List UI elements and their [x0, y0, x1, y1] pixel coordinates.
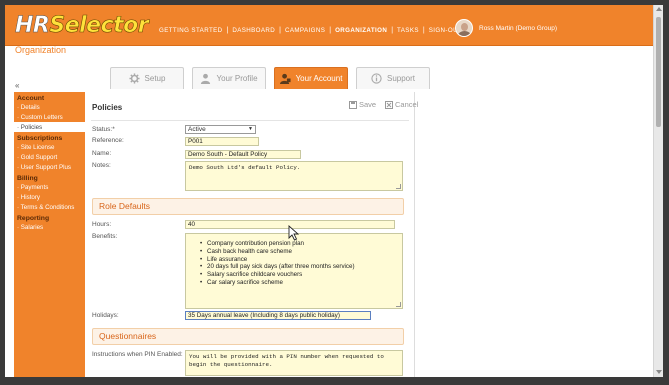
tab-label: Your Account [295, 74, 343, 83]
top-header: HRSelector GETTING STARTED | DASHBOARD |… [5, 5, 655, 46]
sidebar-group-reporting: Reporting [17, 215, 50, 222]
cancel-label: Cancel [395, 100, 419, 109]
chevron-down-icon: ▼ [248, 126, 253, 132]
mouse-pointer-icon [288, 225, 300, 241]
sidebar-group-billing: Billing [17, 175, 38, 182]
tab-your-profile[interactable]: Your Profile [192, 67, 266, 89]
nav-tasks[interactable]: TASKS [393, 27, 423, 34]
benefit-item: Life assurance [189, 256, 399, 264]
resize-grip-icon[interactable] [396, 302, 401, 307]
nav-dashboard[interactable]: DASHBOARD [228, 27, 279, 34]
tab-label: Support [386, 74, 416, 83]
app-window: HRSelector GETTING STARTED | DASHBOARD |… [5, 5, 663, 377]
logo-selector-text: Selector [49, 13, 149, 38]
benefit-item: Cash back health care scheme [189, 248, 399, 256]
pin-instructions-value: You will be provided with a PIN number w… [189, 353, 384, 368]
pin-instructions-textarea[interactable]: You will be provided with a PIN number w… [185, 350, 403, 376]
tab-label: Your Profile [216, 74, 258, 83]
status-label: Status:* [92, 126, 115, 133]
holidays-field[interactable]: 35 Days annual leave (Including 8 days p… [185, 311, 371, 320]
divider [91, 120, 409, 121]
benefits-label: Benefits: [92, 233, 118, 240]
save-button[interactable]: Save [349, 100, 376, 109]
reference-label: Reference: [92, 137, 124, 144]
sidebar-item-terms[interactable]: · Terms & Conditions [14, 202, 85, 212]
reference-field[interactable]: P001 [185, 137, 259, 146]
account-icon [279, 73, 291, 84]
sidebar-item-details[interactable]: · Details [14, 102, 85, 112]
role-defaults-header: Role Defaults [92, 198, 404, 215]
tab-your-account[interactable]: Your Account [274, 67, 348, 89]
scroll-down-icon[interactable] [656, 370, 662, 374]
hrselector-logo[interactable]: HRSelector [15, 13, 149, 38]
benefit-item: 20 days full pay sick days (after three … [189, 263, 399, 271]
questionnaires-header: Questionnaires [92, 328, 404, 345]
scrollbar-thumb[interactable] [656, 17, 661, 127]
user-name[interactable]: Ross Martin (Demo Group) [479, 25, 557, 32]
sidebar-item-salaries[interactable]: · Salaries [14, 222, 85, 232]
sidebar-item-payments[interactable]: · Payments [14, 182, 85, 192]
benefit-item: Salary sacrifice childcare vouchers [189, 271, 399, 279]
name-label: Name: [92, 150, 112, 157]
sidebar: Account · Details · Custom Letters · Pol… [14, 92, 85, 377]
info-icon [371, 73, 382, 84]
tab-support[interactable]: Support [356, 67, 430, 89]
pin-instructions-label: Instructions when PIN Enabled: [92, 351, 183, 358]
nav-campaigns[interactable]: CAMPAIGNS [281, 27, 329, 34]
sidebar-item-history[interactable]: · History [14, 192, 85, 202]
notes-textarea[interactable]: Demo South Ltd's default Policy. [185, 161, 403, 191]
benefit-item: Car salary sacrifice scheme [189, 279, 399, 287]
sidebar-item-policies[interactable]: · Policies [14, 122, 85, 132]
floppy-disk-icon [349, 100, 357, 109]
page-subtitle: Organization [15, 45, 67, 55]
logo-hr-text: HR [15, 13, 50, 38]
cancel-icon [385, 100, 393, 109]
section-tabs: Setup Your Profile Your Account Support [110, 67, 438, 89]
sidebar-item-custom-letters[interactable]: · Custom Letters [14, 112, 85, 122]
benefit-item: Company contribution pension plan [189, 240, 399, 248]
collapse-sidebar-icon[interactable]: « [15, 81, 19, 90]
status-value: Active [188, 126, 206, 133]
benefits-textarea[interactable]: Company contribution pension plan Cash b… [185, 233, 403, 309]
sidebar-group-account: Account [17, 95, 45, 102]
notes-value: Demo South Ltd's default Policy. [189, 164, 301, 171]
person-icon [200, 73, 211, 84]
scroll-up-icon[interactable] [656, 7, 662, 11]
page-title: Policies [92, 103, 123, 112]
name-field[interactable]: Demo South - Default Policy [185, 150, 301, 159]
sidebar-item-gold-support[interactable]: · Gold Support [14, 152, 85, 162]
save-label: Save [359, 100, 377, 109]
notes-label: Notes: [92, 162, 111, 169]
main-nav: GETTING STARTED | DASHBOARD | CAMPAIGNS … [155, 27, 466, 34]
sidebar-group-subscriptions: Subscriptions [17, 135, 63, 142]
nav-getting-started[interactable]: GETTING STARTED [155, 27, 227, 34]
cancel-button[interactable]: Cancel [385, 100, 418, 109]
sidebar-item-user-support-plus[interactable]: · User Support Plus [14, 162, 85, 172]
hours-label: Hours: [92, 221, 112, 228]
avatar[interactable] [455, 19, 473, 37]
policies-panel: Policies Save Cancel Status:* Active ▼ R… [85, 92, 418, 377]
status-select[interactable]: Active ▼ [185, 125, 256, 134]
tab-label: Setup [144, 74, 166, 83]
holidays-label: Holidays: [92, 312, 119, 319]
user-menu[interactable]: Ross Martin (Demo Group) [455, 19, 557, 37]
gear-icon [129, 73, 140, 84]
nav-organization[interactable]: ORGANIZATION [331, 27, 391, 34]
resize-grip-icon[interactable] [396, 184, 401, 189]
tab-setup[interactable]: Setup [110, 67, 184, 89]
sidebar-item-site-license[interactable]: · Site License [14, 142, 85, 152]
vertical-scrollbar[interactable] [653, 5, 663, 377]
